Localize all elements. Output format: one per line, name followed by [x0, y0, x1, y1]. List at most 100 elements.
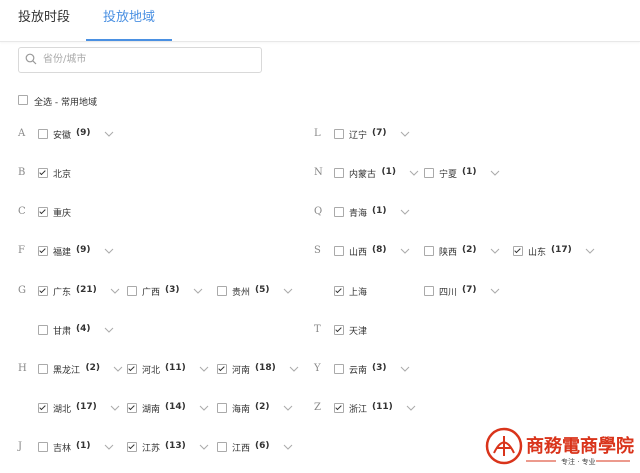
region-name: 四川: [439, 288, 458, 298]
region-count: (13): [165, 441, 186, 451]
region-checkbox[interactable]: [334, 168, 344, 178]
chevron-down-icon[interactable]: [283, 288, 293, 294]
region-name: 湖北: [53, 405, 72, 415]
region-name: 江西: [232, 444, 251, 454]
region-checkbox[interactable]: [424, 168, 434, 178]
region-checkbox[interactable]: [334, 129, 344, 139]
region-name: 山西: [349, 248, 368, 258]
chevron-down-icon[interactable]: [289, 366, 299, 372]
chevron-down-icon[interactable]: [400, 209, 410, 215]
letter-s: S: [314, 245, 321, 256]
region-count: (1): [372, 206, 387, 216]
region-checkbox[interactable]: [217, 364, 227, 374]
chevron-down-icon[interactable]: [490, 170, 500, 176]
letter-b: B: [18, 167, 26, 178]
region-checkbox[interactable]: [127, 403, 137, 413]
region-checkbox[interactable]: [38, 129, 48, 139]
region-checkbox[interactable]: [334, 207, 344, 217]
region-checkbox[interactable]: [38, 442, 48, 452]
region-name: 北京: [53, 170, 72, 180]
select-all-checkbox[interactable]: [18, 95, 28, 105]
chevron-down-icon[interactable]: [113, 366, 123, 372]
region-checkbox[interactable]: [38, 325, 48, 335]
watermark-subtitle: 专注 · 专业: [561, 457, 596, 466]
letter-f: F: [18, 245, 25, 256]
region-checkbox[interactable]: [513, 246, 523, 256]
chevron-down-icon[interactable]: [199, 366, 209, 372]
chevron-down-icon[interactable]: [409, 170, 419, 176]
region-count: (3): [372, 363, 387, 373]
chevron-down-icon[interactable]: [199, 444, 209, 450]
letter-h: H: [18, 363, 27, 374]
region-count: (8): [372, 245, 387, 255]
region-count: (7): [462, 285, 477, 295]
chevron-down-icon[interactable]: [104, 248, 114, 254]
letter-y: Y: [314, 363, 321, 374]
region-count: (17): [76, 402, 97, 412]
region-checkbox[interactable]: [38, 168, 48, 178]
chevron-down-icon[interactable]: [490, 248, 500, 254]
region-name: 陕西: [439, 248, 458, 258]
region-checkbox[interactable]: [217, 442, 227, 452]
tab-bar: 投放时段 投放地域: [0, 0, 640, 42]
region-checkbox[interactable]: [127, 364, 137, 374]
region-name: 黑龙江: [53, 366, 81, 376]
region-name: 福建: [53, 248, 72, 258]
region-name: 云南: [349, 366, 368, 376]
region-name: 甘肃: [53, 327, 72, 337]
chevron-down-icon[interactable]: [400, 366, 410, 372]
select-all-label: 全选 - 常用地域: [34, 98, 97, 108]
chevron-down-icon[interactable]: [104, 327, 114, 333]
region-checkbox[interactable]: [334, 325, 344, 335]
region-name: 江苏: [142, 444, 161, 454]
region-count: (6): [255, 441, 270, 451]
chevron-down-icon[interactable]: [283, 405, 293, 411]
region-name: 浙江: [349, 405, 368, 415]
chevron-down-icon[interactable]: [283, 444, 293, 450]
region-count: (4): [76, 324, 91, 334]
region-checkbox[interactable]: [38, 403, 48, 413]
letter-c: C: [18, 206, 26, 217]
chevron-down-icon[interactable]: [193, 288, 203, 294]
region-count: (9): [76, 128, 91, 138]
chevron-down-icon[interactable]: [585, 248, 595, 254]
region-checkbox[interactable]: [38, 364, 48, 374]
region-checkbox[interactable]: [127, 442, 137, 452]
region-name: 海南: [232, 405, 251, 415]
chevron-down-icon[interactable]: [490, 288, 500, 294]
region-name: 辽宁: [349, 131, 368, 141]
letter-j: J: [18, 441, 23, 452]
chevron-down-icon[interactable]: [104, 131, 114, 137]
region-checkbox[interactable]: [217, 286, 227, 296]
tab-region[interactable]: 投放地域: [86, 0, 172, 41]
region-name: 重庆: [53, 209, 72, 219]
region-count: (9): [76, 245, 91, 255]
region-count: (2): [255, 402, 270, 412]
region-checkbox[interactable]: [334, 286, 344, 296]
region-name: 吉林: [53, 444, 72, 454]
tab-time-period[interactable]: 投放时段: [18, 0, 70, 41]
chevron-down-icon[interactable]: [110, 405, 120, 411]
region-checkbox[interactable]: [217, 403, 227, 413]
region-name: 河南: [232, 366, 251, 376]
region-checkbox[interactable]: [334, 403, 344, 413]
chevron-down-icon[interactable]: [110, 288, 120, 294]
region-checkbox[interactable]: [38, 246, 48, 256]
region-checkbox[interactable]: [127, 286, 137, 296]
region-checkbox[interactable]: [38, 286, 48, 296]
region-checkbox[interactable]: [38, 207, 48, 217]
region-checkbox[interactable]: [424, 246, 434, 256]
search-input[interactable]: [43, 50, 253, 68]
chevron-down-icon[interactable]: [400, 131, 410, 137]
region-checkbox[interactable]: [334, 364, 344, 374]
region-count: (5): [255, 285, 270, 295]
chevron-down-icon[interactable]: [406, 405, 416, 411]
chevron-down-icon[interactable]: [400, 248, 410, 254]
region-checkbox[interactable]: [424, 286, 434, 296]
region-checkbox[interactable]: [334, 246, 344, 256]
region-name: 上海: [349, 288, 368, 298]
chevron-down-icon[interactable]: [199, 405, 209, 411]
region-name: 宁夏: [439, 170, 458, 180]
search-box: [18, 47, 262, 73]
chevron-down-icon[interactable]: [104, 444, 114, 450]
